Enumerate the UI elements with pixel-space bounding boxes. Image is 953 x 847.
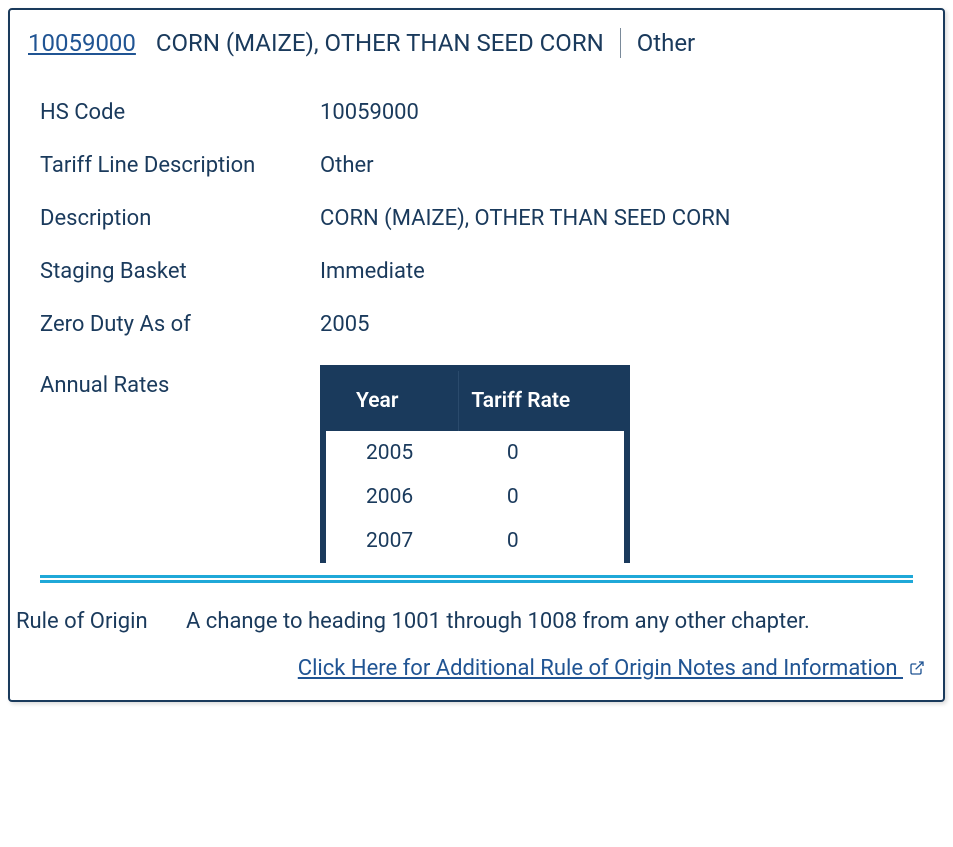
rate-value: 0 (459, 475, 624, 519)
rate-year: 2007 (326, 519, 459, 563)
link-text: Click Here for Additional Rule of Origin… (298, 656, 898, 681)
rates-table-wrapper: Year Tariff Rate 2005 0 2006 0 (320, 365, 630, 563)
table-row: 2005 0 (326, 431, 624, 475)
rule-of-origin-text: A change to heading 1001 through 1008 fr… (186, 609, 933, 634)
description-value: CORN (MAIZE), OTHER THAN SEED CORN (320, 206, 913, 231)
tariff-line-value: Other (320, 153, 913, 178)
staging-value: Immediate (320, 259, 913, 284)
hs-code-label: HS Code (40, 100, 320, 125)
rate-year: 2005 (326, 431, 459, 475)
external-link-icon (909, 657, 925, 682)
rule-of-origin-row: Rule of Origin A change to heading 1001 … (10, 601, 943, 648)
rates-header-year: Year (326, 371, 459, 431)
table-row: 2007 0 (326, 519, 624, 563)
card-header: 10059000 CORN (MAIZE), OTHER THAN SEED C… (10, 10, 943, 70)
hs-code-row: HS Code 10059000 (40, 100, 913, 125)
rates-table: Year Tariff Rate 2005 0 2006 0 (326, 371, 624, 563)
annual-rates-row: Annual Rates Year Tariff Rate 2005 0 (40, 365, 913, 563)
tariff-line-row: Tariff Line Description Other (40, 153, 913, 178)
zero-duty-label: Zero Duty As of (40, 312, 320, 337)
staging-label: Staging Basket (40, 259, 320, 284)
header-description: CORN (MAIZE), OTHER THAN SEED CORN (156, 29, 604, 57)
annual-rates-label: Annual Rates (40, 365, 320, 398)
rate-value: 0 (459, 519, 624, 563)
rate-year: 2006 (326, 475, 459, 519)
rates-header-row: Year Tariff Rate (326, 371, 624, 431)
zero-duty-value: 2005 (320, 312, 913, 337)
details-section: HS Code 10059000 Tariff Line Description… (10, 70, 943, 563)
tariff-card: 10059000 CORN (MAIZE), OTHER THAN SEED C… (8, 8, 945, 702)
bottom-link-row: Click Here for Additional Rule of Origin… (10, 648, 943, 700)
header-separator (620, 28, 621, 58)
hs-code-value: 10059000 (320, 100, 913, 125)
rates-header-rate: Tariff Rate (459, 371, 624, 431)
header-other: Other (637, 29, 695, 57)
table-row: 2006 0 (326, 475, 624, 519)
description-row: Description CORN (MAIZE), OTHER THAN SEE… (40, 206, 913, 231)
zero-duty-row: Zero Duty As of 2005 (40, 312, 913, 337)
rule-of-origin-label: Rule of Origin (16, 609, 186, 634)
tariff-line-label: Tariff Line Description (40, 153, 320, 178)
rule-of-origin-notes-link[interactable]: Click Here for Additional Rule of Origin… (298, 656, 925, 681)
section-divider (40, 575, 913, 583)
rate-value: 0 (459, 431, 624, 475)
staging-row: Staging Basket Immediate (40, 259, 913, 284)
description-label: Description (40, 206, 320, 231)
hs-code-link[interactable]: 10059000 (28, 29, 136, 57)
